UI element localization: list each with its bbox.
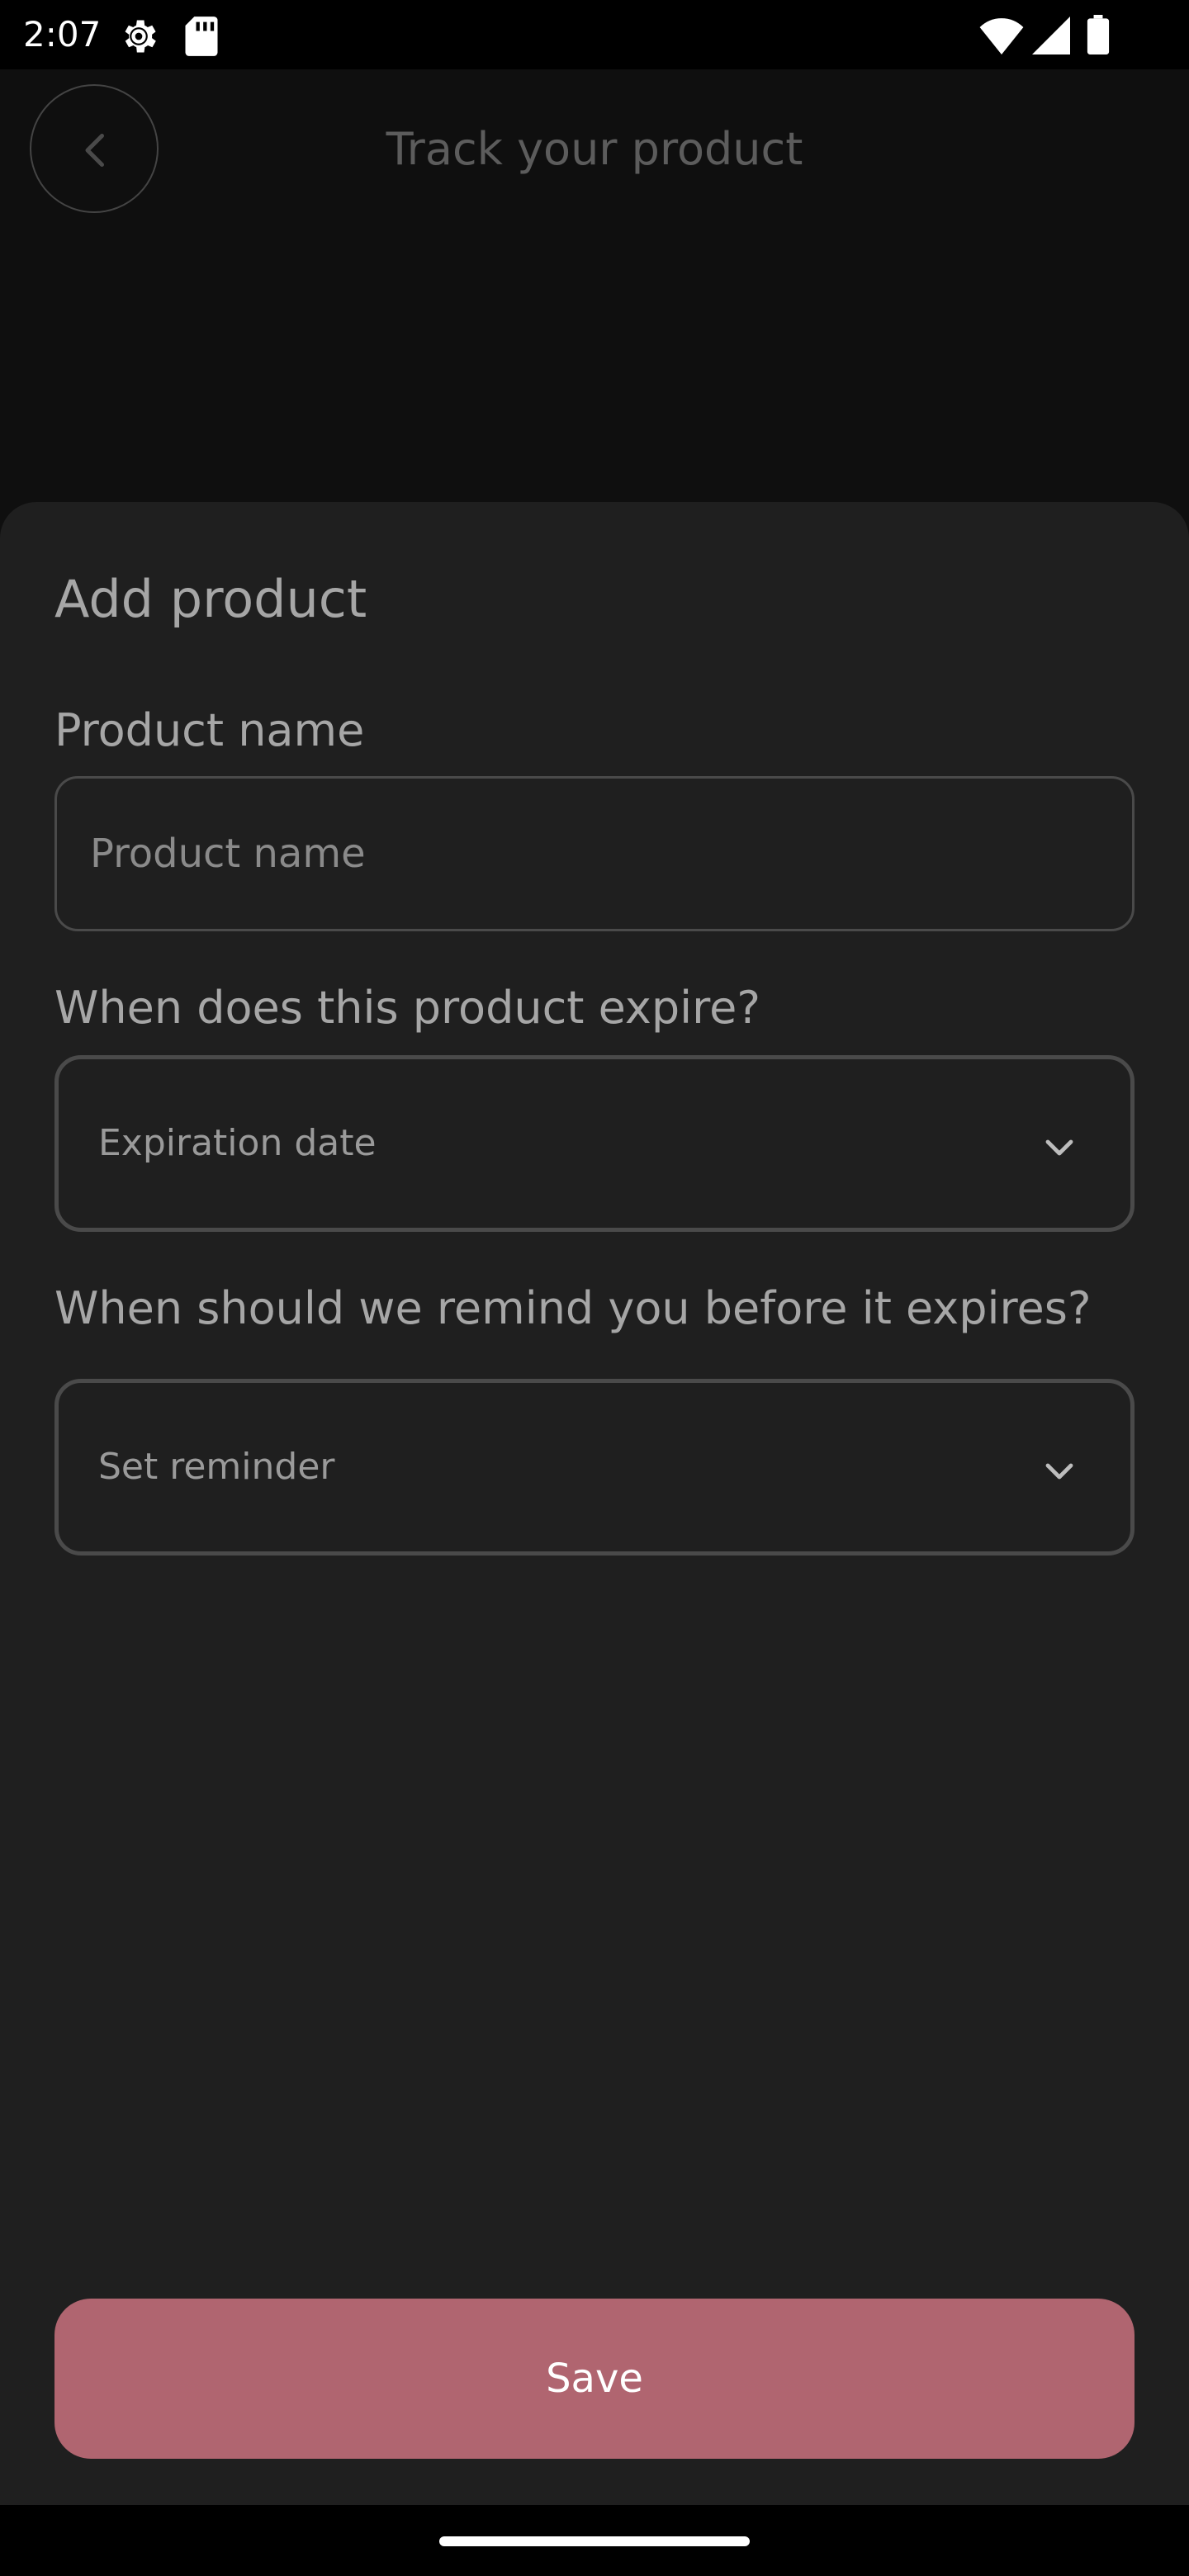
status-time: 2:07 (23, 14, 102, 54)
product-name-input[interactable]: Product name (54, 776, 1135, 931)
expiration-date-value: Expiration date (98, 1122, 377, 1164)
navigation-bar (0, 2505, 1189, 2576)
product-name-placeholder: Product name (90, 831, 366, 877)
chevron-down-icon (1045, 1139, 1073, 1156)
status-bar: 2:07 (0, 0, 1189, 69)
chevron-down-icon (1045, 1463, 1073, 1480)
sheet-title: Add product (54, 569, 367, 629)
signal-icon (1032, 17, 1070, 58)
expiration-date-dropdown[interactable]: Expiration date (54, 1055, 1135, 1232)
battery-icon (1087, 15, 1110, 58)
reminder-dropdown[interactable]: Set reminder (54, 1379, 1135, 1556)
reminder-value: Set reminder (98, 1446, 335, 1488)
reminder-label: When should we remind you before it expi… (54, 1282, 1092, 1334)
home-indicator[interactable] (439, 2536, 750, 2546)
expiration-label: When does this product expire? (54, 982, 761, 1034)
product-name-label: Product name (54, 704, 365, 756)
wifi-icon (979, 18, 1024, 58)
sd-card-icon (183, 15, 220, 61)
save-button[interactable]: Save (54, 2299, 1135, 2459)
page-title: Track your product (386, 123, 803, 175)
gear-icon (117, 15, 160, 61)
